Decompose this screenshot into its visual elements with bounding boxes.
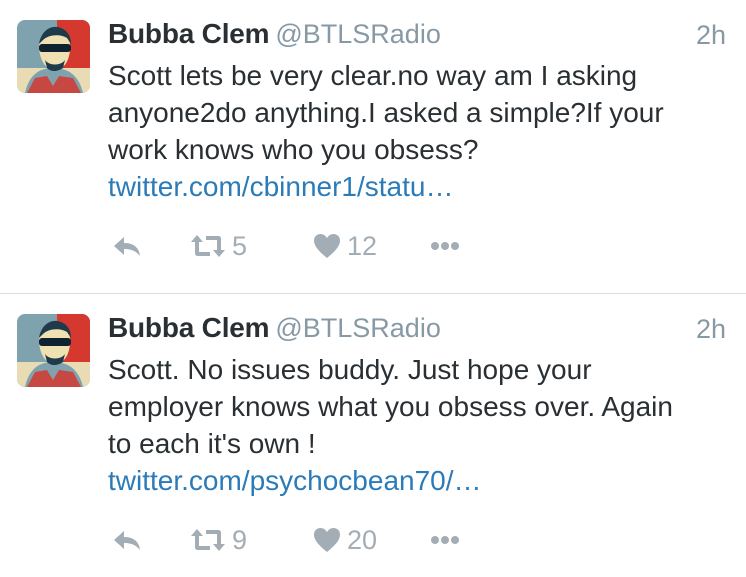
more-dots-icon [430, 241, 460, 251]
tweet-text: Scott. No issues buddy. Just hope your e… [108, 351, 728, 462]
reply-button[interactable] [112, 226, 142, 266]
author-name[interactable]: Bubba Clem [108, 312, 270, 343]
timestamp: 2h [695, 314, 726, 344]
retweet-button[interactable]: 9 [190, 520, 247, 560]
more-dots-icon [430, 535, 460, 545]
retweet-count: 9 [232, 524, 248, 555]
author-name[interactable]: Bubba Clem [108, 18, 270, 49]
like-count: 20 [347, 524, 378, 555]
heart-icon [313, 233, 341, 259]
retweet-button[interactable]: 5 [190, 226, 247, 266]
like-button[interactable]: 20 [313, 520, 377, 560]
retweet-count: 5 [232, 230, 248, 261]
tweet[interactable]: Bubba Clem @BTLSRadio 2h Scott lets be ve… [0, 0, 746, 288]
tweet-text-line: anyone2do anything.I asked a simple?If y… [108, 97, 664, 128]
tweet-text-line: employer knows what you obsess over. Aga… [108, 391, 673, 422]
reply-icon [112, 234, 142, 258]
author-handle[interactable]: @BTLSRadio [275, 19, 440, 49]
author-handle[interactable]: @BTLSRadio [275, 313, 440, 343]
heart-icon [313, 527, 341, 553]
tweet-text-line: work knows who you obsess? [108, 134, 479, 165]
retweet-icon [190, 527, 226, 553]
timestamp: 2h [695, 20, 726, 50]
tweet-header: Bubba Clem @BTLSRadio [108, 312, 728, 348]
tweet-link[interactable]: twitter.com/psychocbean70/… [108, 462, 728, 499]
like-button[interactable]: 12 [313, 226, 377, 266]
tweet-text-line: Scott. No issues buddy. Just hope your [108, 354, 592, 385]
avatar[interactable] [17, 314, 90, 387]
tweet-text-line: Scott lets be very clear.no way am I ask… [108, 60, 638, 91]
avatar[interactable] [17, 20, 90, 93]
reply-icon [112, 528, 142, 552]
like-count: 12 [347, 230, 378, 261]
timeline: Bubba Clem @BTLSRadio 2h Scott lets be ve… [0, 0, 746, 577]
tweet[interactable]: Bubba Clem @BTLSRadio 2h Scott. No issues… [0, 294, 746, 577]
tweet-link[interactable]: twitter.com/cbinner1/statu… [108, 168, 728, 205]
tweet-header: Bubba Clem @BTLSRadio [108, 18, 728, 54]
retweet-icon [190, 233, 226, 259]
tweet-text: Scott lets be very clear.no way am I ask… [108, 57, 728, 168]
tweet-text-line: to each it's own ! [108, 428, 316, 459]
reply-button[interactable] [112, 520, 142, 560]
tweet-actions: 9 20 [108, 520, 668, 560]
more-button[interactable] [430, 520, 460, 560]
more-button[interactable] [430, 226, 460, 266]
tweet-actions: 5 12 [108, 226, 668, 266]
